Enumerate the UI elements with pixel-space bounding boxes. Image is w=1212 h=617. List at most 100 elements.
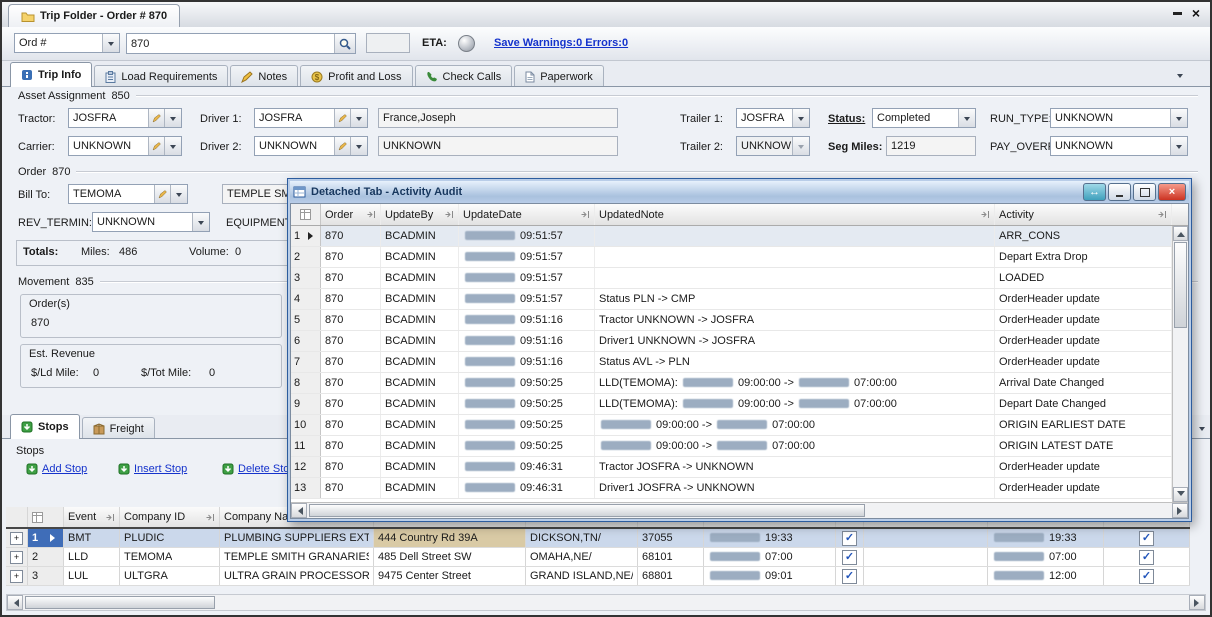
cell-earliest-date[interactable]: 09:01: [704, 567, 836, 585]
cell-updateby[interactable]: BCADMIN: [381, 247, 459, 267]
cell-company-id[interactable]: PLUDIC: [120, 529, 220, 547]
cell-activity[interactable]: Arrival Date Changed: [995, 373, 1172, 393]
audit-row[interactable]: 11870BCADMIN 09:50:25 09:00:00 -> 07:00:…: [291, 436, 1172, 457]
cell-earliest-date[interactable]: 19:33: [704, 529, 836, 547]
order-search-input[interactable]: 870: [126, 33, 356, 54]
cell-updateby[interactable]: BCADMIN: [381, 352, 459, 372]
row-indicator-cell[interactable]: 6: [291, 331, 321, 351]
status-combo[interactable]: Completed: [872, 108, 976, 128]
cell-order[interactable]: 870: [321, 478, 381, 498]
cell-empty[interactable]: [864, 529, 988, 547]
cell-order[interactable]: 870: [321, 373, 381, 393]
audit-row[interactable]: 12870BCADMIN 09:46:31Tractor JOSFRA -> U…: [291, 457, 1172, 478]
checkbox[interactable]: ✓: [1139, 569, 1154, 584]
carrier-combo[interactable]: UNKNOWN: [68, 136, 182, 156]
chevron-down-icon[interactable]: [192, 213, 209, 231]
cell-updatedate[interactable]: 09:51:57: [459, 268, 595, 288]
tab-notes[interactable]: Notes: [230, 65, 298, 87]
cell-address[interactable]: 444 Country Rd 39A: [374, 529, 526, 547]
cell-company-name[interactable]: ULTRA GRAIN PROCESSORS: [220, 567, 374, 585]
add-stop-label[interactable]: Add Stop: [42, 463, 87, 475]
row-indicator-cell[interactable]: 8: [291, 373, 321, 393]
row-indicator-cell[interactable]: 2: [291, 247, 321, 267]
detached-activity-audit-window[interactable]: Detached Tab - Activity Audit ↔ × Order …: [287, 178, 1192, 522]
expand-icon[interactable]: +: [10, 551, 23, 564]
cell-updatednote[interactable]: Tractor JOSFRA -> UNKNOWN: [595, 457, 995, 477]
cell-updatedate[interactable]: 09:51:57: [459, 226, 595, 246]
maximize-button[interactable]: [1133, 183, 1156, 201]
cell-updatedate[interactable]: 09:51:57: [459, 247, 595, 267]
trailer2-combo[interactable]: UNKNOWN: [736, 136, 810, 156]
column-header-order[interactable]: Order: [321, 204, 381, 225]
audit-v-scrollbar[interactable]: [1172, 226, 1188, 502]
reattach-button[interactable]: ↔: [1083, 183, 1106, 201]
add-stop-button[interactable]: Add Stop: [26, 463, 87, 475]
tab-freight[interactable]: Freight: [82, 417, 155, 439]
cell-zip[interactable]: 68801: [638, 567, 704, 585]
select-all-cell[interactable]: [291, 204, 321, 225]
cell-event[interactable]: BMT: [64, 529, 120, 547]
chevron-down-icon[interactable]: [164, 109, 181, 127]
row-indicator-cell[interactable]: 13: [291, 478, 321, 498]
cell-updateby[interactable]: BCADMIN: [381, 310, 459, 330]
row-indicator-cell[interactable]: 3: [291, 268, 321, 288]
audit-row[interactable]: 6870BCADMIN 09:51:16Driver1 UNKNOWN -> J…: [291, 331, 1172, 352]
chevron-down-icon[interactable]: [350, 109, 367, 127]
field-selector-combo[interactable]: Ord #: [14, 33, 120, 53]
cell-checkbox[interactable]: ✓: [1104, 567, 1190, 585]
cell-updatedate[interactable]: 09:50:25: [459, 415, 595, 435]
scroll-right-button[interactable]: [1172, 503, 1188, 518]
cell-order[interactable]: 870: [321, 226, 381, 246]
cell-updateby[interactable]: BCADMIN: [381, 331, 459, 351]
tab-profit-and-loss[interactable]: $ Profit and Loss: [300, 65, 412, 87]
scroll-down-button[interactable]: [1173, 487, 1188, 502]
title-bar[interactable]: Trip Folder - Order # 870 ×: [2, 2, 1210, 28]
cell-updateby[interactable]: BCADMIN: [381, 226, 459, 246]
tab-paperwork[interactable]: Paperwork: [514, 65, 604, 87]
scroll-up-button[interactable]: [1173, 226, 1188, 241]
cell-checkbox[interactable]: ✓: [1104, 529, 1190, 547]
tab-trip-info[interactable]: Trip Info: [10, 62, 92, 87]
chevron-down-icon[interactable]: [1170, 109, 1187, 127]
audit-h-scrollbar[interactable]: [291, 502, 1188, 518]
cell-checkbox[interactable]: ✓: [1104, 548, 1190, 566]
scroll-left-button[interactable]: [7, 595, 23, 610]
cell-activity[interactable]: OrderHeader update: [995, 478, 1172, 498]
pay-overr-combo[interactable]: UNKNOWN: [1050, 136, 1188, 156]
cell-activity[interactable]: ORIGIN EARLIEST DATE: [995, 415, 1172, 435]
tab-check-calls[interactable]: Check Calls: [415, 65, 513, 87]
driver2-combo[interactable]: UNKNOWN: [254, 136, 368, 156]
audit-row[interactable]: 10870BCADMIN 09:50:25 09:00:00 -> 07:00:…: [291, 415, 1172, 436]
row-indicator-header[interactable]: [28, 507, 64, 527]
cell-company-id[interactable]: ULTGRA: [120, 567, 220, 585]
cell-updatedate[interactable]: 09:50:25: [459, 436, 595, 456]
edit-icon[interactable]: [334, 109, 350, 127]
cell-updatedate[interactable]: 09:51:16: [459, 310, 595, 330]
cell-empty[interactable]: [864, 548, 988, 566]
column-header-company-id[interactable]: Company ID: [120, 507, 220, 527]
audit-row[interactable]: 1870BCADMIN 09:51:57ARR_CONS: [291, 226, 1172, 247]
cell-updateby[interactable]: BCADMIN: [381, 436, 459, 456]
cell-updatedate[interactable]: 09:50:25: [459, 394, 595, 414]
stop-row[interactable]: +3LULULTGRAULTRA GRAIN PROCESSORS9475 Ce…: [6, 567, 1190, 586]
edit-icon[interactable]: [154, 185, 170, 203]
cell-updateby[interactable]: BCADMIN: [381, 478, 459, 498]
cell-updatedate[interactable]: 09:51:57: [459, 289, 595, 309]
cell-updatedate[interactable]: 09:51:16: [459, 352, 595, 372]
stops-h-scrollbar[interactable]: [6, 594, 1206, 611]
cell-updatedate[interactable]: 09:50:25: [459, 373, 595, 393]
audit-row[interactable]: 9870BCADMIN 09:50:25LLD(TEMOMA): 09:00:0…: [291, 394, 1172, 415]
cell-updateby[interactable]: BCADMIN: [381, 268, 459, 288]
cell-updatedate[interactable]: 09:46:31: [459, 457, 595, 477]
cell-activity[interactable]: Depart Date Changed: [995, 394, 1172, 414]
row-indicator-cell[interactable]: 5: [291, 310, 321, 330]
cell-updatednote[interactable]: Status AVL -> PLN: [595, 352, 995, 372]
chevron-down-icon[interactable]: [792, 109, 809, 127]
cell-updatednote[interactable]: [595, 226, 995, 246]
cell-updateby[interactable]: BCADMIN: [381, 373, 459, 393]
column-header-activity[interactable]: Activity: [995, 204, 1172, 225]
row-expander-cell[interactable]: +: [6, 548, 28, 566]
cell-activity[interactable]: OrderHeader update: [995, 310, 1172, 330]
row-indicator-cell[interactable]: 4: [291, 289, 321, 309]
cell-order[interactable]: 870: [321, 394, 381, 414]
